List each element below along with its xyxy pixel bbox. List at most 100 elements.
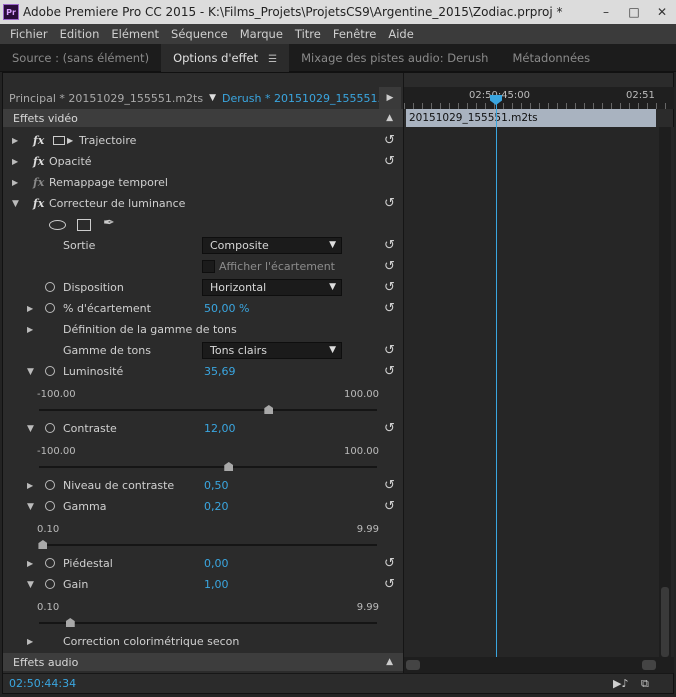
gain-value[interactable]: 1,00	[204, 578, 229, 591]
video-effects-header[interactable]: Effets vidéo ▲	[3, 109, 403, 127]
stopwatch-icon[interactable]	[45, 282, 55, 292]
slider-thumb[interactable]	[264, 405, 274, 414]
zoom-handle-left[interactable]	[406, 660, 420, 670]
menu-titre[interactable]: Titre	[289, 24, 327, 44]
collapse-triangle-icon[interactable]: ▼	[12, 199, 19, 209]
effect-row-opacite[interactable]: ▶ fx Opacité ↺	[3, 151, 403, 172]
ellipse-mask-icon[interactable]	[49, 220, 66, 230]
contraste-value[interactable]: 12,00	[204, 422, 236, 435]
transform-box-icon[interactable]	[53, 136, 65, 145]
tab-mixage[interactable]: Mixage des pistes audio: Derush	[289, 44, 500, 72]
menu-fichier[interactable]: Fichier	[4, 24, 54, 44]
gamme-dropdown[interactable]: Tons clairs ▼	[202, 342, 342, 359]
effect-row-correction[interactable]: ▶ Correction colorimétrique secon	[3, 631, 403, 652]
zoom-handle-right[interactable]	[642, 660, 656, 670]
keyframe-area[interactable]	[404, 127, 674, 657]
expand-triangle-icon[interactable]: ▶	[12, 136, 18, 145]
gamma-slider[interactable]	[38, 540, 377, 549]
master-clip-label[interactable]: Principal * 20151029_155551.m2ts	[3, 92, 203, 105]
reset-icon[interactable]: ↺	[384, 556, 395, 571]
expand-triangle-icon[interactable]: ▶	[12, 178, 18, 187]
effect-row-remappage[interactable]: ▶ fx Remappage temporel	[3, 172, 403, 193]
expand-triangle-icon[interactable]: ▶	[12, 157, 18, 166]
sequence-clip-label[interactable]: Derush * 20151029_155551....	[222, 92, 391, 105]
menu-aide[interactable]: Aide	[382, 24, 419, 44]
collapse-triangle-icon[interactable]: ▼	[27, 424, 34, 434]
vertical-scrollbar[interactable]	[659, 127, 671, 657]
menu-sequence[interactable]: Séquence	[165, 24, 234, 44]
menu-element[interactable]: Elément	[105, 24, 165, 44]
play-icon[interactable]: ▶	[379, 87, 401, 109]
audio-effects-header[interactable]: Effets audio ▲	[3, 653, 403, 671]
collapse-triangle-icon[interactable]: ▼	[27, 367, 34, 377]
reset-icon[interactable]: ↺	[384, 577, 395, 592]
export-icon[interactable]: ⧉	[641, 677, 649, 691]
reset-icon[interactable]: ↺	[384, 343, 395, 358]
contraste-slider[interactable]	[39, 462, 377, 471]
slider-thumb[interactable]	[65, 618, 75, 627]
stopwatch-icon[interactable]	[45, 423, 55, 433]
time-ruler[interactable]: 02:50:45:00 02:51	[404, 87, 674, 109]
disposition-dropdown[interactable]: Horizontal ▼	[202, 279, 342, 296]
reset-icon[interactable]: ↺	[384, 421, 395, 436]
reset-icon[interactable]: ↺	[384, 154, 395, 169]
reset-icon[interactable]: ↺	[384, 259, 395, 274]
fx-icon[interactable]: fx	[33, 155, 44, 168]
reset-icon[interactable]: ↺	[384, 196, 395, 211]
expand-triangle-icon[interactable]: ▶	[27, 637, 33, 646]
tab-source[interactable]: Source : (sans élément)	[0, 44, 161, 72]
effect-row-trajectoire[interactable]: ▶ fx ▶ Trajectoire ↺	[3, 130, 403, 151]
stopwatch-icon[interactable]	[45, 366, 55, 376]
scrollbar-thumb[interactable]	[661, 587, 669, 657]
menu-edition[interactable]: Edition	[54, 24, 106, 44]
luminosite-value[interactable]: 35,69	[204, 365, 236, 378]
tab-options-effet[interactable]: Options d'effet ☰	[161, 44, 290, 72]
gamma-value[interactable]: 0,20	[204, 500, 229, 513]
slider-thumb[interactable]	[38, 540, 48, 549]
stopwatch-icon[interactable]	[45, 501, 55, 511]
ecartement-value[interactable]: 50,00 %	[204, 302, 249, 315]
collapse-triangle-icon[interactable]: ▼	[27, 502, 34, 512]
reset-icon[interactable]: ↺	[384, 238, 395, 253]
close-icon[interactable]: ✕	[648, 0, 676, 24]
reset-icon[interactable]: ↺	[384, 133, 395, 148]
fx-icon[interactable]: fx	[33, 134, 44, 147]
tab-metadonnees[interactable]: Métadonnées	[500, 44, 602, 72]
collapse-up-icon[interactable]: ▲	[386, 113, 393, 123]
expand-triangle-icon[interactable]: ▶	[27, 304, 33, 313]
stopwatch-icon[interactable]	[45, 579, 55, 589]
reset-icon[interactable]: ↺	[384, 499, 395, 514]
afficher-checkbox[interactable]	[202, 260, 215, 273]
collapse-triangle-icon[interactable]: ▼	[27, 580, 34, 590]
clip-dropdown-icon[interactable]: ▼	[209, 93, 216, 103]
horizontal-scrollbar[interactable]	[404, 657, 674, 673]
stopwatch-icon[interactable]	[45, 480, 55, 490]
luminosite-slider[interactable]	[39, 405, 377, 414]
reset-icon[interactable]: ↺	[384, 478, 395, 493]
stopwatch-icon[interactable]	[45, 303, 55, 313]
minimize-icon[interactable]: –	[592, 0, 620, 24]
expand-triangle-icon[interactable]: ▶	[27, 481, 33, 490]
pen-mask-icon[interactable]: ✒	[103, 215, 115, 231]
rectangle-mask-icon[interactable]	[77, 219, 91, 231]
fx-icon[interactable]: fx	[33, 197, 44, 210]
reset-icon[interactable]: ↺	[384, 301, 395, 316]
menu-fenetre[interactable]: Fenêtre	[327, 24, 382, 44]
piedestal-value[interactable]: 0,00	[204, 557, 229, 570]
expand-triangle-icon[interactable]: ▶	[27, 325, 33, 334]
reset-icon[interactable]: ↺	[384, 364, 395, 379]
reset-icon[interactable]: ↺	[384, 280, 395, 295]
panel-menu-icon[interactable]: ☰	[268, 54, 277, 65]
current-timecode[interactable]: 02:50:44:34	[9, 677, 76, 690]
menu-marque[interactable]: Marque	[234, 24, 289, 44]
collapse-up-icon[interactable]: ▲	[386, 657, 393, 667]
expand-triangle-icon[interactable]: ▶	[27, 559, 33, 568]
gain-slider[interactable]	[39, 618, 377, 627]
sortie-dropdown[interactable]: Composite ▼	[202, 237, 342, 254]
play-audio-icon[interactable]: ▶♪	[613, 677, 628, 690]
clip-bar[interactable]: 20151029_155551.m2ts	[406, 109, 656, 127]
slider-thumb[interactable]	[224, 462, 234, 471]
effect-row-correcteur[interactable]: ▼ fx Correcteur de luminance ↺	[3, 193, 403, 214]
stopwatch-icon[interactable]	[45, 558, 55, 568]
niveau-value[interactable]: 0,50	[204, 479, 229, 492]
